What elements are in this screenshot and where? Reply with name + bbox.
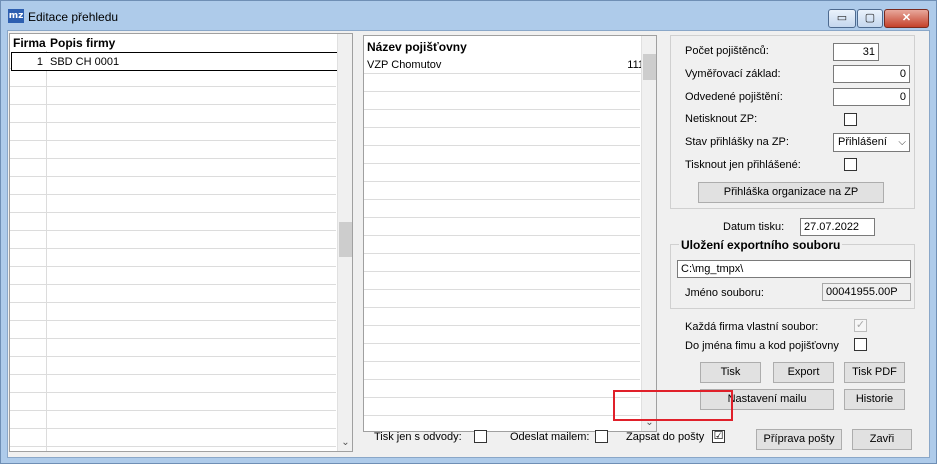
scrollbar-thumb[interactable] xyxy=(643,54,656,80)
export-button[interactable]: Export xyxy=(773,362,834,383)
firms-grid-header: Firma Popis firmy xyxy=(10,34,352,51)
close-button[interactable]: ✕ xyxy=(884,9,929,28)
col-header-firma[interactable]: Firma xyxy=(13,36,46,50)
jmeno-label: Jméno souboru: xyxy=(685,287,764,299)
stav-label: Stav přihlášky na ZP: xyxy=(685,136,789,148)
firms-grid[interactable]: Firma Popis firmy 1 SBD CH 0001 ⌄ xyxy=(9,33,353,452)
chevron-down-icon: ⌵ xyxy=(898,137,906,148)
cell-nazev: VZP Chomutov xyxy=(367,59,442,71)
zapsat-label: Zapsat do pošty xyxy=(626,431,705,443)
highlight-box xyxy=(613,390,733,421)
stav-select-value: Přihlášení xyxy=(838,136,887,148)
priprava-posty-button[interactable]: Příprava pošty xyxy=(756,429,842,450)
kazda-checkbox[interactable]: ✓ xyxy=(854,319,867,332)
odeslat-checkbox[interactable] xyxy=(595,430,608,443)
export-group-title: Uložení exportního souboru xyxy=(679,238,843,252)
insurers-scrollbar[interactable]: ⌄ xyxy=(641,36,656,431)
maximize-button[interactable]: ▢ xyxy=(857,9,883,28)
scroll-down-icon[interactable]: ⌄ xyxy=(338,435,352,451)
main-window: mz Editace přehledu ▭ ▢ ✕ Firma Popis fi… xyxy=(0,0,937,464)
tisk-odvody-checkbox[interactable] xyxy=(474,430,487,443)
cell-firma: 1 xyxy=(36,56,43,68)
jmeno-field[interactable]: 00041955.00P xyxy=(822,283,911,301)
maximize-icon: ▢ xyxy=(864,12,876,24)
table-row[interactable]: VZP Chomutov 111 xyxy=(364,56,648,74)
insurers-grid-rows xyxy=(364,74,640,431)
check-icon: ☑ xyxy=(713,430,724,442)
odved-field[interactable]: 0 xyxy=(833,88,910,106)
tisk-button[interactable]: Tisk xyxy=(700,362,761,383)
odeslat-label: Odeslat mailem: xyxy=(510,431,590,443)
path-field[interactable]: C:\mg_tmpx\ xyxy=(677,260,911,278)
col-header-popis[interactable]: Popis firmy xyxy=(50,36,115,50)
column-divider xyxy=(46,51,47,451)
tisk-odvody-label: Tisk jen s odvody: xyxy=(374,431,462,443)
netisk-checkbox[interactable] xyxy=(844,113,857,126)
firms-grid-rows xyxy=(10,51,336,451)
minimize-icon: ▭ xyxy=(836,12,848,24)
window-title: Editace přehledu xyxy=(28,10,119,24)
tisk-prihl-checkbox[interactable] xyxy=(844,158,857,171)
check-icon: ✓ xyxy=(855,319,866,331)
stav-select[interactable]: Přihlášení ⌵ xyxy=(833,133,910,152)
datum-label: Datum tisku: xyxy=(723,221,785,233)
netisk-label: Netisknout ZP: xyxy=(685,113,758,125)
close-icon: ✕ xyxy=(901,12,912,24)
insurers-grid[interactable]: Název pojišťovny VZP Chomutov 111 ⌄ xyxy=(363,35,657,432)
vymer-label: Vyměřovací základ: xyxy=(685,68,781,80)
dojmena-label: Do jména fimu a kod pojišťovny xyxy=(685,340,839,352)
insurers-grid-header: Název pojišťovny xyxy=(364,38,656,55)
minimize-button[interactable]: ▭ xyxy=(828,9,856,28)
zavri-button[interactable]: Zavři xyxy=(852,429,912,450)
title-bar[interactable]: mz Editace přehledu ▭ ▢ ✕ xyxy=(1,1,936,29)
datum-field[interactable]: 27.07.2022 xyxy=(800,218,875,236)
tisk-pdf-button[interactable]: Tisk PDF xyxy=(844,362,905,383)
app-icon: mz xyxy=(8,9,24,23)
tisk-prihl-label: Tisknout jen přihlášené: xyxy=(685,159,801,171)
zapsat-checkbox[interactable]: ☑ xyxy=(712,430,725,443)
dojmena-checkbox[interactable] xyxy=(854,338,867,351)
col-header-nazev[interactable]: Název pojišťovny xyxy=(367,40,467,54)
odved-label: Odvedené pojištění: xyxy=(685,91,783,103)
firms-scrollbar[interactable]: ⌄ xyxy=(337,34,352,451)
prihlaska-button[interactable]: Přihláška organizace na ZP xyxy=(698,182,884,203)
kazda-label: Každá firma vlastní soubor: xyxy=(685,321,819,333)
historie-button[interactable]: Historie xyxy=(844,389,905,410)
client-area: Firma Popis firmy 1 SBD CH 0001 ⌄ Název … xyxy=(7,30,930,458)
cell-popis: SBD CH 0001 xyxy=(50,56,120,68)
table-row[interactable]: 1 SBD CH 0001 xyxy=(11,52,342,71)
pocet-field[interactable]: 31 xyxy=(833,43,879,61)
pocet-label: Počet pojištěnců: xyxy=(685,45,769,57)
scrollbar-thumb[interactable] xyxy=(339,222,352,257)
vymer-field[interactable]: 0 xyxy=(833,65,910,83)
